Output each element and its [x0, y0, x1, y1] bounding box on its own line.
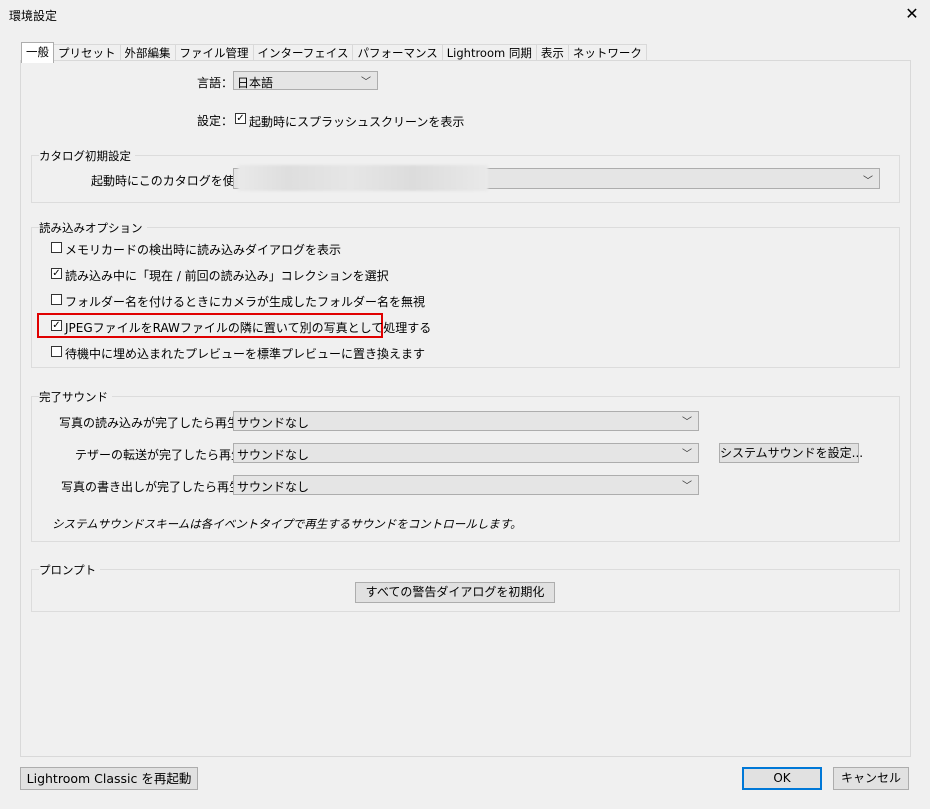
splash-label: 起動時にスプラッシュスクリーンを表示 — [249, 115, 465, 129]
prompt-title: プロンプト — [39, 562, 101, 578]
import-sound-select[interactable]: サウンドなし ﹀ — [233, 411, 699, 431]
catalog-path-redacted — [238, 165, 488, 191]
catalog-group-title: カタログ初期設定 — [39, 148, 135, 164]
chevron-down-icon: ﹀ — [682, 481, 692, 492]
chevron-down-icon: ﹀ — [682, 417, 692, 428]
chevron-down-icon: ﹀ — [863, 176, 873, 187]
window-title: 環境設定 — [9, 9, 58, 23]
import-option-label: メモリカードの検出時に読み込みダイアログを表示 — [65, 243, 342, 257]
sound-row-label: 写真の書き出しが完了したら再生： — [61, 480, 254, 494]
import-option-label: 待機中に埋め込まれたプレビューを標準プレビューに置き換えます — [65, 347, 426, 361]
sound-value: サウンドなし — [237, 416, 310, 430]
catalog-select[interactable]: ﹀ — [233, 165, 880, 191]
restart-button[interactable]: Lightroom Classic を再起動 — [20, 767, 198, 790]
settings-label: 設定： — [197, 114, 234, 128]
chevron-down-icon: ﹀ — [361, 77, 371, 88]
completion-sound-title: 完了サウンド — [39, 389, 112, 405]
system-sound-button[interactable]: システムサウンドを設定... — [719, 443, 863, 463]
sound-value: サウンドなし — [237, 480, 310, 494]
ok-button[interactable]: OK — [742, 767, 822, 790]
import-option-checkbox[interactable] — [51, 294, 62, 305]
jpeg-raw-label: JPEGファイルをRAWファイルの隣に置いて別の写真として処理する — [65, 321, 432, 335]
chevron-down-icon: ﹀ — [682, 449, 692, 460]
sound-value: サウンドなし — [237, 448, 310, 462]
export-sound-select[interactable]: サウンドなし ﹀ — [233, 475, 699, 495]
import-option-checkbox[interactable]: ✓ — [51, 268, 62, 279]
tether-sound-select[interactable]: サウンドなし ﹀ — [233, 443, 699, 463]
jpeg-raw-checkbox[interactable]: ✓ — [51, 320, 62, 331]
language-label: 言語： — [197, 76, 234, 90]
import-option-label: フォルダー名を付けるときにカメラが生成したフォルダー名を無視 — [65, 295, 426, 309]
sound-row-label: テザーの転送が完了したら再生： — [75, 448, 256, 462]
sound-row-label: 写真の読み込みが完了したら再生： — [59, 416, 252, 430]
sound-scheme-note: システムサウンドスキームは各イベントタイプで再生するサウンドをコントロールします… — [52, 517, 522, 531]
import-option-checkbox[interactable] — [51, 346, 62, 357]
close-icon[interactable]: ✕ — [902, 4, 922, 24]
tab-general[interactable]: 一般 — [21, 42, 54, 63]
cancel-button[interactable]: キャンセル — [833, 767, 909, 790]
tab-bar: 一般 プリセット 外部編集 ファイル管理 インターフェイス パフォーマンス Li… — [21, 42, 647, 63]
language-value: 日本語 — [237, 76, 274, 90]
reset-dialogs-button[interactable]: すべての警告ダイアログを初期化 — [355, 582, 555, 603]
language-select[interactable]: 日本語 ﹀ — [233, 71, 378, 90]
import-options-title: 読み込みオプション — [39, 220, 147, 236]
import-option-checkbox[interactable] — [51, 242, 62, 253]
import-option-label: 読み込み中に「現在 / 前回の読み込み」コレクションを選択 — [65, 269, 389, 283]
splash-checkbox[interactable]: ✓ — [235, 113, 246, 124]
